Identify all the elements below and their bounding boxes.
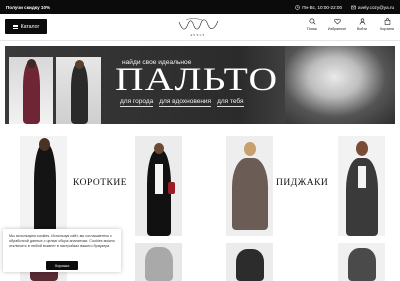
nav-login-label: Войти xyxy=(356,27,368,31)
cookie-accept-button[interactable]: Хорошо xyxy=(46,261,78,270)
header-nav: Поиск Избранное Войти Корзина xyxy=(303,18,396,31)
clock-icon xyxy=(295,4,300,10)
hero-photo-2 xyxy=(56,57,101,124)
nav-search-label: Поиск xyxy=(307,27,317,31)
cookie-banner: Мы используем cookies. Используя сайт, в… xyxy=(3,229,121,272)
cookie-text: Мы используем cookies. Используя сайт, в… xyxy=(9,234,115,249)
menu-icon xyxy=(12,24,18,29)
category-short[interactable]: КОРОТКИЕ xyxy=(20,136,195,236)
catalog-button[interactable]: Каталог xyxy=(5,19,47,34)
category-photo xyxy=(135,136,182,236)
nav-login[interactable]: Войти xyxy=(353,18,371,31)
category-label: КОРОТКИЕ xyxy=(73,178,128,188)
category-label: ПИДЖАКИ xyxy=(276,178,329,188)
heart-icon xyxy=(333,18,341,25)
category-photo xyxy=(338,136,385,236)
email-text[interactable]: avely.cozy@ya.ru xyxy=(358,5,394,10)
nav-cart[interactable]: Корзина xyxy=(378,18,396,31)
nav-search[interactable]: Поиск xyxy=(303,18,321,31)
site-logo[interactable]: AVELY xyxy=(176,16,220,40)
logo-mark-icon xyxy=(178,18,219,30)
search-icon xyxy=(309,18,316,25)
brand-name: AVELY xyxy=(190,33,206,37)
category-photo xyxy=(20,136,67,236)
email-contact[interactable]: avely.cozy@ya.ru xyxy=(351,5,394,10)
category-jackets[interactable]: ПИДЖАКИ xyxy=(226,136,400,236)
hero-tag: для вдохновения xyxy=(159,98,212,107)
nav-favorites[interactable]: Избранное xyxy=(328,18,346,31)
hero-title: ПАЛЬТО xyxy=(115,62,279,98)
catalog-label: Каталог xyxy=(20,23,40,30)
hero-model-photo xyxy=(285,46,395,124)
hero-tag: для города xyxy=(120,98,154,107)
nav-favorites-label: Избранное xyxy=(327,27,347,31)
mail-icon xyxy=(351,5,356,9)
promo-bar: Получи скидку 10% Пн-Вс, 10:00-22:00 ave… xyxy=(0,0,400,14)
hero-banner[interactable]: найди свое идеальное ПАЛЬТО для города д… xyxy=(5,46,395,124)
user-icon xyxy=(359,18,365,25)
hero-tag: для тебя xyxy=(217,98,244,107)
site-header: Каталог AVELY Поиск Избранное Войти Корз… xyxy=(0,14,400,41)
nav-cart-label: Корзина xyxy=(380,27,394,31)
working-hours: Пн-Вс, 10:00-22:00 xyxy=(295,5,342,10)
hero-tags: для города для вдохновения для тебя xyxy=(120,98,244,107)
category-photo xyxy=(226,136,273,236)
hero-photo-1 xyxy=(9,57,53,124)
promo-text[interactable]: Получи скидку 10% xyxy=(6,5,50,10)
bag-icon xyxy=(384,18,390,25)
hours-text: Пн-Вс, 10:00-22:00 xyxy=(302,4,343,10)
